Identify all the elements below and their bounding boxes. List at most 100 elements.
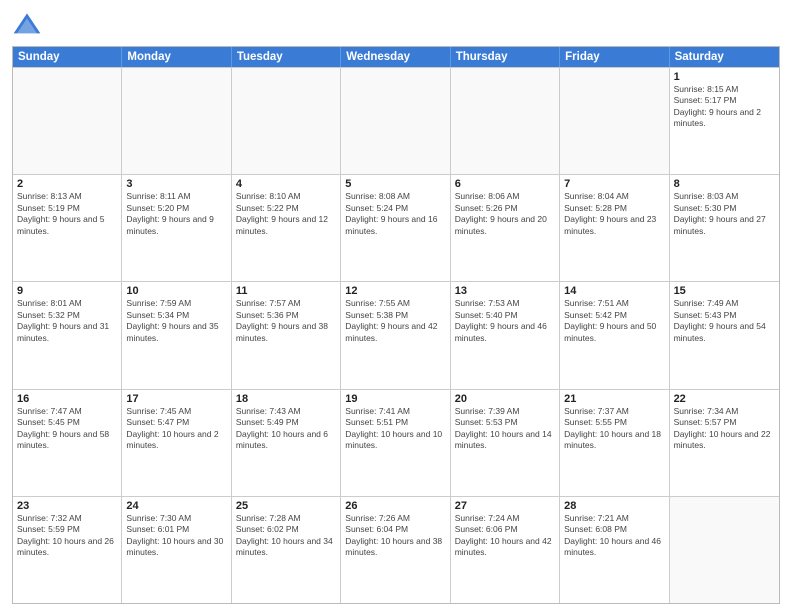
calendar-cell: 24Sunrise: 7:30 AM Sunset: 6:01 PM Dayli…	[122, 497, 231, 603]
day-info: Sunrise: 8:04 AM Sunset: 5:28 PM Dayligh…	[564, 191, 664, 237]
calendar-cell	[122, 68, 231, 174]
calendar-row-1: 1Sunrise: 8:15 AM Sunset: 5:17 PM Daylig…	[13, 67, 779, 174]
calendar-cell: 12Sunrise: 7:55 AM Sunset: 5:38 PM Dayli…	[341, 282, 450, 388]
calendar-cell	[670, 497, 779, 603]
day-info: Sunrise: 7:53 AM Sunset: 5:40 PM Dayligh…	[455, 298, 555, 344]
day-number: 23	[17, 500, 117, 512]
day-number: 1	[674, 71, 775, 83]
header	[12, 10, 780, 40]
day-info: Sunrise: 8:15 AM Sunset: 5:17 PM Dayligh…	[674, 84, 775, 130]
day-number: 14	[564, 285, 664, 297]
calendar-cell: 15Sunrise: 7:49 AM Sunset: 5:43 PM Dayli…	[670, 282, 779, 388]
day-number: 27	[455, 500, 555, 512]
day-number: 9	[17, 285, 117, 297]
header-day-wednesday: Wednesday	[341, 47, 450, 67]
calendar: SundayMondayTuesdayWednesdayThursdayFrid…	[12, 46, 780, 604]
logo	[12, 10, 46, 40]
calendar-row-4: 16Sunrise: 7:47 AM Sunset: 5:45 PM Dayli…	[13, 389, 779, 496]
calendar-cell: 4Sunrise: 8:10 AM Sunset: 5:22 PM Daylig…	[232, 175, 341, 281]
day-info: Sunrise: 8:10 AM Sunset: 5:22 PM Dayligh…	[236, 191, 336, 237]
day-info: Sunrise: 7:30 AM Sunset: 6:01 PM Dayligh…	[126, 513, 226, 559]
day-number: 10	[126, 285, 226, 297]
calendar-row-5: 23Sunrise: 7:32 AM Sunset: 5:59 PM Dayli…	[13, 496, 779, 603]
day-info: Sunrise: 7:43 AM Sunset: 5:49 PM Dayligh…	[236, 406, 336, 452]
calendar-cell	[560, 68, 669, 174]
day-info: Sunrise: 7:47 AM Sunset: 5:45 PM Dayligh…	[17, 406, 117, 452]
day-info: Sunrise: 8:13 AM Sunset: 5:19 PM Dayligh…	[17, 191, 117, 237]
calendar-cell: 2Sunrise: 8:13 AM Sunset: 5:19 PM Daylig…	[13, 175, 122, 281]
header-day-thursday: Thursday	[451, 47, 560, 67]
calendar-row-3: 9Sunrise: 8:01 AM Sunset: 5:32 PM Daylig…	[13, 281, 779, 388]
calendar-cell: 13Sunrise: 7:53 AM Sunset: 5:40 PM Dayli…	[451, 282, 560, 388]
day-number: 5	[345, 178, 445, 190]
calendar-cell: 8Sunrise: 8:03 AM Sunset: 5:30 PM Daylig…	[670, 175, 779, 281]
day-number: 22	[674, 393, 775, 405]
page: SundayMondayTuesdayWednesdayThursdayFrid…	[0, 0, 792, 612]
day-info: Sunrise: 7:41 AM Sunset: 5:51 PM Dayligh…	[345, 406, 445, 452]
day-info: Sunrise: 8:06 AM Sunset: 5:26 PM Dayligh…	[455, 191, 555, 237]
day-info: Sunrise: 7:51 AM Sunset: 5:42 PM Dayligh…	[564, 298, 664, 344]
day-number: 28	[564, 500, 664, 512]
calendar-cell: 10Sunrise: 7:59 AM Sunset: 5:34 PM Dayli…	[122, 282, 231, 388]
day-info: Sunrise: 7:26 AM Sunset: 6:04 PM Dayligh…	[345, 513, 445, 559]
calendar-cell	[341, 68, 450, 174]
day-number: 13	[455, 285, 555, 297]
calendar-cell: 19Sunrise: 7:41 AM Sunset: 5:51 PM Dayli…	[341, 390, 450, 496]
calendar-cell: 6Sunrise: 8:06 AM Sunset: 5:26 PM Daylig…	[451, 175, 560, 281]
day-info: Sunrise: 7:34 AM Sunset: 5:57 PM Dayligh…	[674, 406, 775, 452]
day-number: 3	[126, 178, 226, 190]
calendar-cell: 27Sunrise: 7:24 AM Sunset: 6:06 PM Dayli…	[451, 497, 560, 603]
calendar-cell	[451, 68, 560, 174]
day-number: 21	[564, 393, 664, 405]
header-day-tuesday: Tuesday	[232, 47, 341, 67]
calendar-cell: 1Sunrise: 8:15 AM Sunset: 5:17 PM Daylig…	[670, 68, 779, 174]
header-day-monday: Monday	[122, 47, 231, 67]
day-number: 2	[17, 178, 117, 190]
day-number: 26	[345, 500, 445, 512]
calendar-cell: 3Sunrise: 8:11 AM Sunset: 5:20 PM Daylig…	[122, 175, 231, 281]
day-number: 11	[236, 285, 336, 297]
calendar-cell: 20Sunrise: 7:39 AM Sunset: 5:53 PM Dayli…	[451, 390, 560, 496]
calendar-cell: 25Sunrise: 7:28 AM Sunset: 6:02 PM Dayli…	[232, 497, 341, 603]
calendar-cell: 9Sunrise: 8:01 AM Sunset: 5:32 PM Daylig…	[13, 282, 122, 388]
calendar-cell: 11Sunrise: 7:57 AM Sunset: 5:36 PM Dayli…	[232, 282, 341, 388]
day-number: 17	[126, 393, 226, 405]
calendar-cell: 23Sunrise: 7:32 AM Sunset: 5:59 PM Dayli…	[13, 497, 122, 603]
day-info: Sunrise: 8:11 AM Sunset: 5:20 PM Dayligh…	[126, 191, 226, 237]
day-info: Sunrise: 7:21 AM Sunset: 6:08 PM Dayligh…	[564, 513, 664, 559]
day-info: Sunrise: 8:01 AM Sunset: 5:32 PM Dayligh…	[17, 298, 117, 344]
day-info: Sunrise: 7:45 AM Sunset: 5:47 PM Dayligh…	[126, 406, 226, 452]
day-info: Sunrise: 7:28 AM Sunset: 6:02 PM Dayligh…	[236, 513, 336, 559]
calendar-cell: 18Sunrise: 7:43 AM Sunset: 5:49 PM Dayli…	[232, 390, 341, 496]
day-number: 6	[455, 178, 555, 190]
day-info: Sunrise: 7:49 AM Sunset: 5:43 PM Dayligh…	[674, 298, 775, 344]
day-info: Sunrise: 7:39 AM Sunset: 5:53 PM Dayligh…	[455, 406, 555, 452]
header-day-saturday: Saturday	[670, 47, 779, 67]
day-number: 8	[674, 178, 775, 190]
calendar-cell: 21Sunrise: 7:37 AM Sunset: 5:55 PM Dayli…	[560, 390, 669, 496]
day-number: 20	[455, 393, 555, 405]
header-day-sunday: Sunday	[13, 47, 122, 67]
day-number: 24	[126, 500, 226, 512]
calendar-cell: 22Sunrise: 7:34 AM Sunset: 5:57 PM Dayli…	[670, 390, 779, 496]
calendar-body: 1Sunrise: 8:15 AM Sunset: 5:17 PM Daylig…	[13, 67, 779, 603]
calendar-row-2: 2Sunrise: 8:13 AM Sunset: 5:19 PM Daylig…	[13, 174, 779, 281]
calendar-cell: 5Sunrise: 8:08 AM Sunset: 5:24 PM Daylig…	[341, 175, 450, 281]
day-number: 25	[236, 500, 336, 512]
logo-icon	[12, 10, 42, 40]
calendar-cell: 17Sunrise: 7:45 AM Sunset: 5:47 PM Dayli…	[122, 390, 231, 496]
day-number: 7	[564, 178, 664, 190]
header-day-friday: Friday	[560, 47, 669, 67]
calendar-header: SundayMondayTuesdayWednesdayThursdayFrid…	[13, 47, 779, 67]
day-number: 18	[236, 393, 336, 405]
calendar-cell	[13, 68, 122, 174]
calendar-cell: 26Sunrise: 7:26 AM Sunset: 6:04 PM Dayli…	[341, 497, 450, 603]
day-info: Sunrise: 7:59 AM Sunset: 5:34 PM Dayligh…	[126, 298, 226, 344]
calendar-cell: 7Sunrise: 8:04 AM Sunset: 5:28 PM Daylig…	[560, 175, 669, 281]
calendar-cell: 16Sunrise: 7:47 AM Sunset: 5:45 PM Dayli…	[13, 390, 122, 496]
day-info: Sunrise: 7:37 AM Sunset: 5:55 PM Dayligh…	[564, 406, 664, 452]
day-info: Sunrise: 7:55 AM Sunset: 5:38 PM Dayligh…	[345, 298, 445, 344]
calendar-cell	[232, 68, 341, 174]
day-info: Sunrise: 7:24 AM Sunset: 6:06 PM Dayligh…	[455, 513, 555, 559]
day-number: 16	[17, 393, 117, 405]
